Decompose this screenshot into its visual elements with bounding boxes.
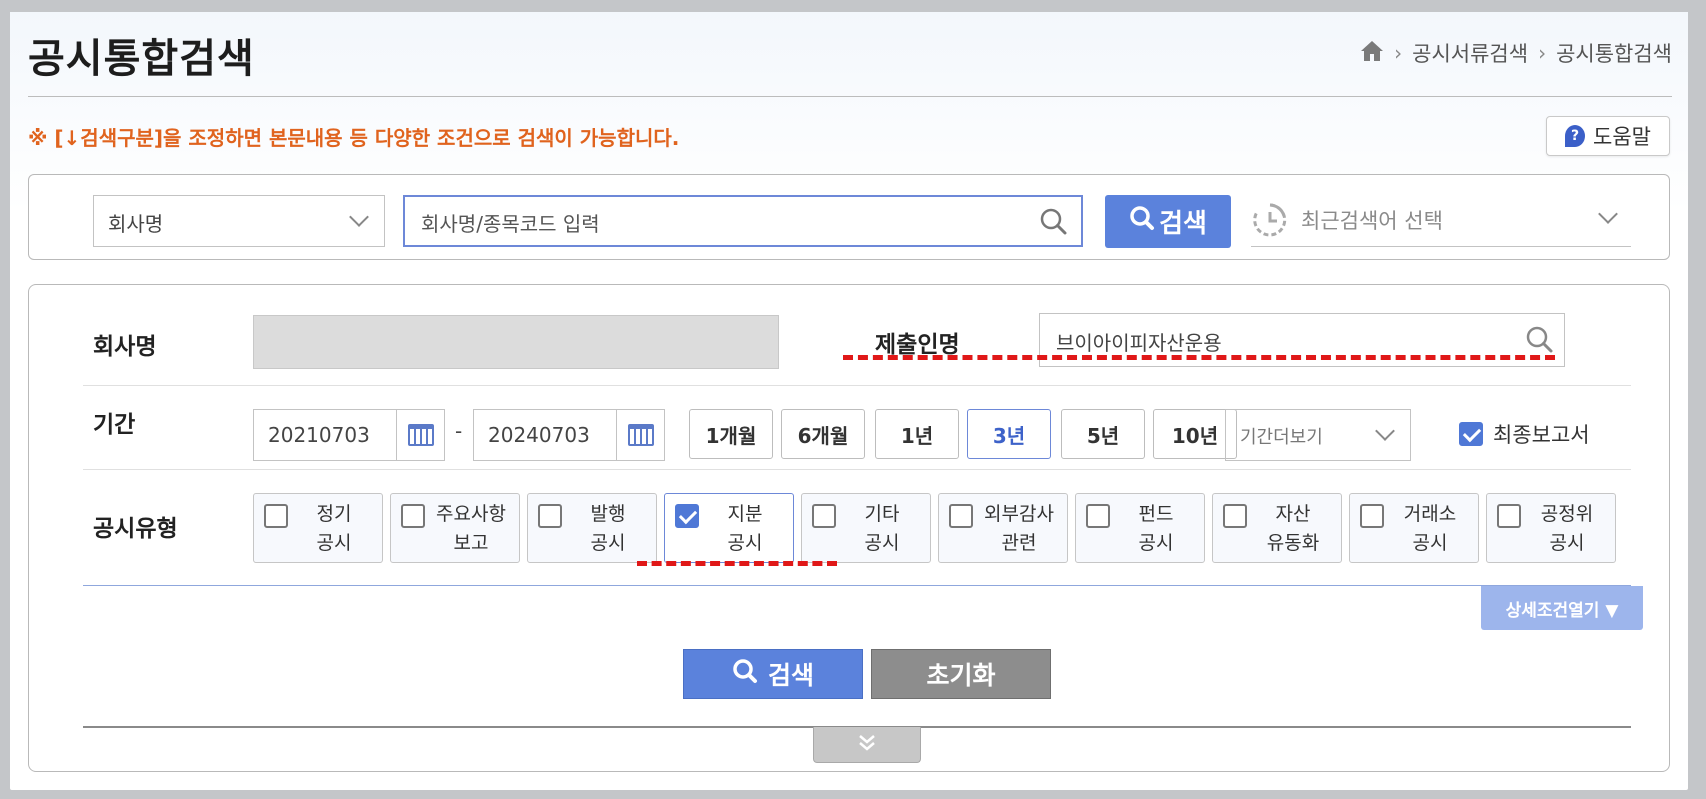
divider — [28, 96, 1672, 97]
chevron-down-icon — [1598, 204, 1618, 224]
reset-button[interactable]: 초기화 — [871, 649, 1051, 699]
calendar-icon[interactable] — [396, 410, 444, 460]
company-search-input[interactable]: 회사명/종목코드 입력 — [403, 195, 1083, 247]
search-icon[interactable] — [1039, 207, 1067, 240]
type-major-report[interactable]: 주요사항 보고 — [390, 493, 520, 563]
search-icon — [732, 658, 758, 690]
company-name-field — [253, 315, 779, 369]
search-button[interactable]: 검색 — [683, 649, 863, 699]
company-label: 회사명 — [93, 334, 157, 360]
type-fair-trade[interactable]: 공정위 공시 — [1486, 493, 1616, 563]
start-date-input[interactable]: 20210703 — [253, 409, 445, 461]
period-5-year-button[interactable]: 5년 — [1061, 409, 1145, 459]
period-more-select[interactable]: 기간더보기 — [1225, 409, 1411, 461]
submitter-label: 제출인명 — [875, 332, 960, 358]
chevron-down-icon — [349, 207, 369, 227]
type-regular[interactable]: 정기 공시 — [253, 493, 383, 563]
breadcrumb-item[interactable]: 공시서류검색 — [1412, 38, 1528, 68]
type-equity[interactable]: 지분 공시 — [664, 493, 794, 563]
search-icon — [1129, 205, 1155, 238]
chevron-down-icon — [1375, 421, 1395, 441]
type-exchange[interactable]: 거래소 공시 — [1349, 493, 1479, 563]
page-title: 공시통합검색 — [28, 36, 255, 82]
checkbox-checked[interactable] — [675, 504, 699, 528]
annotation-underline — [843, 355, 1555, 360]
help-label: 도움말 — [1593, 125, 1651, 149]
annotation-underline — [637, 561, 837, 566]
divider — [83, 585, 1631, 586]
period-6-month-button[interactable]: 6개월 — [781, 409, 865, 459]
end-date-input[interactable]: 20240703 — [473, 409, 665, 461]
help-button[interactable]: ? 도움말 — [1546, 116, 1670, 156]
final-report-checkbox[interactable]: 최종보고서 — [1459, 419, 1590, 449]
breadcrumb: › 공시서류검색 › 공시통합검색 — [1360, 38, 1672, 68]
period-3-year-button[interactable]: 3년 — [967, 409, 1051, 459]
type-external-audit[interactable]: 외부감사 관련 — [938, 493, 1068, 563]
search-category-select[interactable]: 회사명 — [93, 195, 385, 247]
recent-search-select[interactable]: 최근검색어 선택 — [1251, 195, 1631, 247]
checkbox-checked[interactable] — [1459, 422, 1483, 446]
double-chevron-down-icon — [857, 733, 877, 757]
breadcrumb-item-current: 공시통합검색 — [1556, 42, 1672, 66]
date-separator: - — [455, 419, 463, 443]
detail-conditions-toggle[interactable]: 상세조건열기 ▼ — [1481, 586, 1643, 630]
chevron-right-icon: › — [1538, 41, 1547, 65]
type-issuance[interactable]: 발행 공시 — [527, 493, 657, 563]
history-icon — [1251, 201, 1289, 244]
period-label: 기간 — [93, 412, 136, 438]
search-icon[interactable] — [1524, 324, 1554, 359]
page: 공시통합검색 › 공시서류검색 › 공시통합검색 ※ [↓검색구분]을 조정하면… — [10, 12, 1688, 790]
quick-search-panel: 회사명 회사명/종목코드 입력 검색 최근검색어 선택 — [28, 174, 1670, 260]
type-other[interactable]: 기타 공시 — [801, 493, 931, 563]
disclosure-type-label: 공시유형 — [93, 516, 178, 542]
expand-toggle[interactable] — [813, 727, 921, 763]
home-icon[interactable] — [1360, 40, 1384, 67]
type-asset-securitization[interactable]: 자산 유동화 — [1212, 493, 1342, 563]
type-fund[interactable]: 펀드 공시 — [1075, 493, 1205, 563]
period-1-month-button[interactable]: 1개월 — [689, 409, 773, 459]
period-1-year-button[interactable]: 1년 — [875, 409, 959, 459]
calendar-icon[interactable] — [616, 410, 664, 460]
filter-panel: 회사명 제출인명 브이아이피자산운용 기간 20210703 - 2024070… — [28, 284, 1670, 772]
question-icon: ? — [1565, 125, 1586, 147]
quick-search-button[interactable]: 검색 — [1105, 195, 1231, 248]
search-notice: ※ [↓검색구분]을 조정하면 본문내용 등 다양한 조건으로 검색이 가능합니… — [28, 126, 680, 150]
chevron-right-icon: › — [1394, 41, 1403, 65]
